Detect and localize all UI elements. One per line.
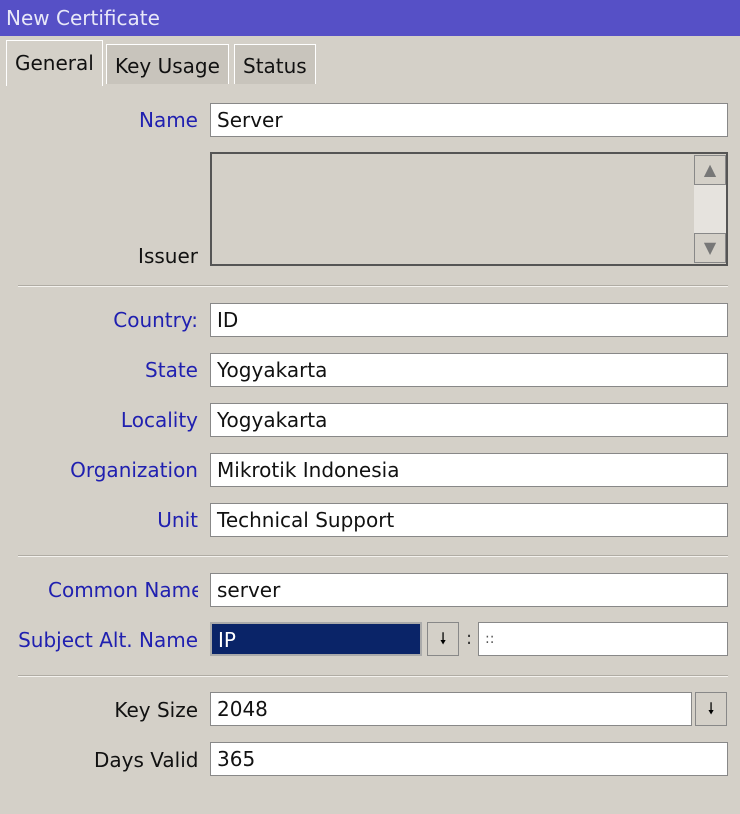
state-label: State bbox=[145, 358, 198, 382]
tab-status[interactable]: Status bbox=[234, 44, 316, 84]
state-input[interactable]: Yogyakarta bbox=[210, 353, 728, 387]
country-label: Country: bbox=[113, 308, 198, 332]
locality-input[interactable]: Yogyakarta bbox=[210, 403, 728, 437]
san-type-dropdown-icon[interactable]: 🠗 bbox=[427, 622, 459, 656]
san-value-input[interactable]: :: bbox=[478, 622, 728, 656]
issuer-scrollbar[interactable]: ▲ ▼ bbox=[694, 155, 726, 263]
tab-key-usage[interactable]: Key Usage bbox=[106, 44, 229, 84]
days-valid-label: Days Valid bbox=[94, 748, 198, 772]
key-size-select[interactable]: 2048 bbox=[210, 692, 692, 726]
san-type-select[interactable]: IP bbox=[210, 622, 422, 656]
country-input[interactable]: ID bbox=[210, 303, 728, 337]
name-label: Name bbox=[138, 108, 198, 132]
name-input[interactable]: Server bbox=[210, 103, 728, 137]
tab-general[interactable]: General bbox=[6, 40, 103, 86]
organization-input[interactable]: Mikrotik Indonesia bbox=[210, 453, 728, 487]
common-name-input[interactable]: server bbox=[210, 573, 728, 607]
window-title: New Certificate bbox=[0, 0, 740, 36]
scroll-down-icon[interactable]: ▼ bbox=[694, 233, 726, 263]
locality-label: Locality bbox=[120, 408, 198, 432]
common-name-label: Common Name bbox=[48, 578, 198, 602]
key-size-label: Key Size bbox=[114, 698, 198, 722]
days-valid-input[interactable]: 365 bbox=[210, 742, 728, 776]
organization-label: Organization bbox=[70, 458, 198, 482]
unit-input[interactable]: Technical Support bbox=[210, 503, 728, 537]
issuer-textarea[interactable] bbox=[210, 152, 728, 266]
unit-label: Unit bbox=[157, 508, 198, 532]
key-size-dropdown-icon[interactable]: 🠗 bbox=[695, 692, 727, 726]
san-separator: : bbox=[466, 628, 473, 649]
scroll-up-icon[interactable]: ▲ bbox=[694, 155, 726, 185]
subject-alt-name-label: Subject Alt. Name bbox=[18, 628, 198, 652]
issuer-label: Issuer bbox=[138, 244, 198, 268]
